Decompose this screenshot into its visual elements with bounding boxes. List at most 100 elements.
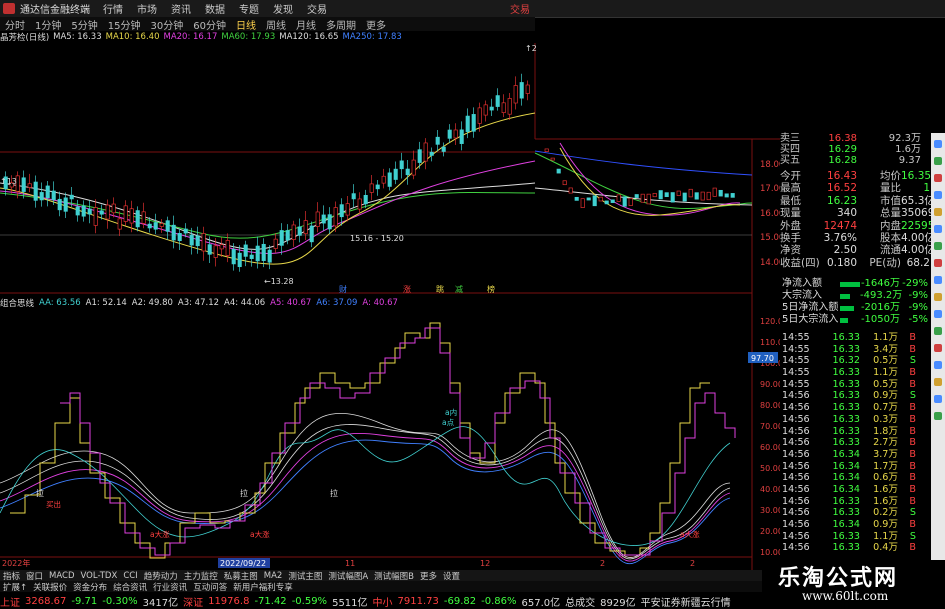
indicator-tab[interactable]: 更多 bbox=[420, 570, 437, 582]
price-axis-label: 14.00 bbox=[760, 258, 780, 268]
ind-axis-label: 30.00 bbox=[760, 506, 780, 515]
index-quote: -69.82 bbox=[443, 595, 477, 607]
info-tab[interactable]: 新用户福利专享 bbox=[233, 581, 293, 593]
indicator-tab[interactable]: 主力监控 bbox=[184, 570, 218, 582]
toolbar-button-icon[interactable] bbox=[934, 395, 942, 403]
menu-item-zixun[interactable]: 资讯 bbox=[171, 1, 191, 16]
index-quote: 11976.8 bbox=[208, 595, 250, 607]
book-volume: 92.3万 bbox=[888, 133, 921, 144]
flow-label: 大宗流入 bbox=[782, 290, 822, 301]
toolbar-button-icon[interactable] bbox=[934, 259, 942, 267]
indicator-tab[interactable]: 测试主图 bbox=[288, 570, 322, 582]
period-1min[interactable]: 1分钟 bbox=[35, 17, 61, 32]
toolbar-button-icon[interactable] bbox=[934, 293, 942, 301]
period-more[interactable]: 更多 bbox=[366, 17, 386, 32]
period-60min[interactable]: 60分钟 bbox=[193, 17, 226, 32]
candle-body bbox=[417, 149, 422, 163]
toolbar-button-icon[interactable] bbox=[934, 208, 942, 216]
indicator-tab[interactable]: 测试幅图B bbox=[374, 570, 414, 582]
period-30min[interactable]: 30分钟 bbox=[150, 17, 183, 32]
tick-list[interactable]: 14:55 16.33 1.1万 B 14:55 16.33 3.4万 B 14:55 16.32… bbox=[782, 332, 932, 554]
indicator-lines bbox=[0, 322, 736, 565]
indicator-tab[interactable]: 私募主图 bbox=[224, 570, 258, 582]
toolbar-button-icon[interactable] bbox=[934, 242, 942, 250]
candle-body bbox=[111, 203, 116, 214]
quote-value: 3.76% bbox=[823, 231, 857, 244]
toolbar-button-icon[interactable] bbox=[934, 412, 942, 420]
period-week[interactable]: 周线 bbox=[266, 17, 286, 32]
indicator-tab[interactable]: 测试幅图A bbox=[328, 570, 368, 582]
event-tag[interactable]: 涨 bbox=[403, 284, 411, 294]
info-tab[interactable]: 扩展↑ bbox=[3, 581, 27, 593]
price-high-label: ↑2 bbox=[525, 44, 537, 53]
toolbar-button-icon[interactable] bbox=[934, 361, 942, 369]
period-fenshi[interactable]: 分时 bbox=[5, 17, 25, 32]
toolbar-button-icon[interactable] bbox=[934, 276, 942, 284]
tick-time: 14:56 bbox=[782, 519, 810, 530]
tick-volume: 3.4万 bbox=[873, 343, 898, 355]
toolbar-button-icon[interactable] bbox=[934, 344, 942, 352]
info-tab[interactable]: 综合资讯 bbox=[113, 581, 147, 593]
event-tag[interactable]: 榜 bbox=[487, 284, 495, 294]
info-tab[interactable]: 资金分布 bbox=[73, 581, 107, 593]
toolbar-button-icon[interactable] bbox=[934, 310, 942, 318]
menu-item-shichang[interactable]: 市场 bbox=[137, 1, 157, 16]
candle-body bbox=[658, 190, 663, 200]
indicator-tab[interactable]: 趋势动力 bbox=[144, 570, 178, 582]
menu-item-shuju[interactable]: 数据 bbox=[205, 1, 225, 16]
indicator-tab[interactable]: 指标 bbox=[3, 570, 20, 582]
index-quote: -0.86% bbox=[481, 595, 517, 607]
flow-value: -1646万 bbox=[860, 278, 900, 289]
menu-item-hangqing[interactable]: 行情 bbox=[103, 1, 123, 16]
period-15min[interactable]: 15分钟 bbox=[108, 17, 141, 32]
tick-side: B bbox=[909, 460, 916, 472]
candle-body bbox=[700, 191, 705, 201]
candle-body bbox=[501, 102, 506, 114]
toolbar-button-icon[interactable] bbox=[934, 225, 942, 233]
candle-body bbox=[51, 190, 56, 200]
indicator-tab[interactable]: VOL-TDX bbox=[81, 571, 118, 581]
indicator-tab[interactable]: MACD bbox=[49, 571, 74, 581]
event-tag[interactable]: 跳 bbox=[436, 284, 444, 294]
toolbar-button-icon[interactable] bbox=[934, 157, 942, 165]
indicator-tab[interactable]: MA2 bbox=[264, 571, 283, 581]
date-cursor-label: 2022/09/22 bbox=[220, 559, 266, 568]
quote-value: 4.00亿 bbox=[901, 231, 935, 244]
toolbar-button-icon[interactable] bbox=[934, 191, 942, 199]
period-month[interactable]: 月线 bbox=[296, 17, 316, 32]
indicator-name[interactable]: 组合思线 bbox=[0, 297, 34, 309]
candle-body bbox=[27, 183, 32, 188]
tick-side: B bbox=[909, 378, 916, 390]
toolbar-button-icon[interactable] bbox=[934, 327, 942, 335]
menu-item-zhuanti[interactable]: 专题 bbox=[239, 1, 259, 16]
tick-side: B bbox=[909, 472, 916, 484]
info-tab[interactable]: 互动问答 bbox=[193, 581, 227, 593]
tick-volume: 1.1万 bbox=[873, 530, 898, 542]
tick-time: 14:55 bbox=[782, 343, 810, 355]
menu-item-faxian[interactable]: 发现 bbox=[273, 1, 293, 16]
tick-row: 14:56 16.34 1.7万 B bbox=[782, 461, 932, 473]
flow-value: -1050万 bbox=[860, 314, 900, 325]
quote-label: 量比 bbox=[880, 182, 901, 195]
quote-label: PE(动) bbox=[869, 256, 901, 269]
indicator-tab[interactable]: 窗口 bbox=[26, 570, 43, 582]
info-tab[interactable]: 行业资讯 bbox=[153, 581, 187, 593]
candle-body bbox=[435, 136, 440, 145]
period-5min[interactable]: 5分钟 bbox=[71, 17, 97, 32]
candle-body bbox=[556, 168, 561, 174]
toolbar-button-icon[interactable] bbox=[934, 174, 942, 182]
period-day[interactable]: 日线 bbox=[236, 17, 256, 32]
menu-item-trade-right[interactable]: 交易 bbox=[510, 1, 530, 16]
menu-item-jiaoyi[interactable]: 交易 bbox=[307, 1, 327, 16]
candle-body bbox=[291, 224, 296, 240]
toolbar-button-icon[interactable] bbox=[934, 140, 942, 148]
event-tag[interactable]: 减 bbox=[455, 284, 463, 294]
period-multi[interactable]: 多周期 bbox=[326, 17, 356, 32]
tick-row: 14:55 16.33 1.1万 B bbox=[782, 367, 932, 379]
event-tag[interactable]: 财 bbox=[339, 284, 347, 294]
toolbar-button-icon[interactable] bbox=[934, 378, 942, 386]
info-tab[interactable]: 关联报价 bbox=[33, 581, 67, 593]
indicator-tab[interactable]: CCI bbox=[123, 571, 137, 581]
indicator-tab[interactable]: 设置 bbox=[443, 570, 460, 582]
indicator-legend: 组合思线 AA: 63.56 A1: 52.14 A2: 49.80 A3: 4… bbox=[0, 297, 750, 309]
